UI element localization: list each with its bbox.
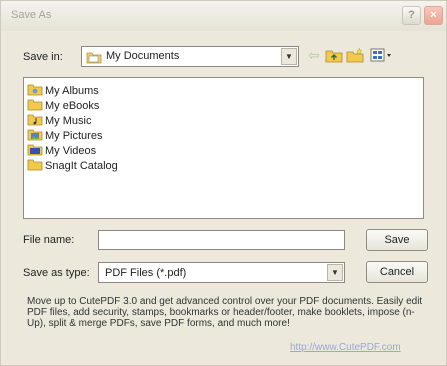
cancel-button[interactable]: Cancel xyxy=(366,261,428,283)
save-in-label: Save in: xyxy=(23,51,63,63)
save-in-value: My Documents xyxy=(106,50,180,62)
list-item[interactable]: My Pictures xyxy=(27,127,103,142)
title-bar[interactable]: Save As ? × xyxy=(1,1,446,31)
list-item-label: My eBooks xyxy=(45,100,100,112)
file-list[interactable]: My Albums My eBooks My Music My Pictures… xyxy=(23,77,424,219)
list-item[interactable]: My Albums xyxy=(27,82,99,97)
list-item[interactable]: My eBooks xyxy=(27,97,100,112)
save-as-type-dropdown[interactable]: PDF Files (*.pdf) ▼ xyxy=(98,262,345,283)
list-item-label: SnagIt Catalog xyxy=(45,160,118,172)
list-item-label: My Pictures xyxy=(45,130,103,142)
promo-text: Move up to CutePDF 3.0 and get advanced … xyxy=(27,296,423,329)
save-button[interactable]: Save xyxy=(366,229,428,251)
save-as-type-label: Save as type: xyxy=(23,267,90,279)
folder-icon xyxy=(27,157,43,175)
file-name-label: File name: xyxy=(23,234,75,246)
documents-folder-icon xyxy=(86,50,102,67)
list-item[interactable]: My Music xyxy=(27,112,92,127)
list-item[interactable]: My Videos xyxy=(27,142,97,157)
chevron-down-icon[interactable]: ▼ xyxy=(281,48,297,65)
list-item-label: My Music xyxy=(45,115,92,127)
file-name-input[interactable] xyxy=(98,230,345,250)
close-button[interactable]: × xyxy=(424,6,443,25)
save-as-type-value: PDF Files (*.pdf) xyxy=(105,267,187,279)
back-arrow-icon[interactable]: ⇦ xyxy=(305,47,323,65)
promo-link[interactable]: http://www.CutePDF.com xyxy=(290,342,401,353)
chevron-down-icon[interactable]: ▼ xyxy=(327,264,343,281)
window-title: Save As xyxy=(11,9,52,21)
save-as-dialog: Save As ? × Save in: My Documents ▼ ⇦ My… xyxy=(0,0,447,366)
save-in-dropdown[interactable]: My Documents ▼ xyxy=(81,46,299,67)
up-folder-icon[interactable] xyxy=(325,47,343,65)
help-button[interactable]: ? xyxy=(402,6,421,25)
list-item-label: My Videos xyxy=(45,145,97,157)
list-item-label: My Albums xyxy=(45,85,99,97)
new-folder-icon[interactable] xyxy=(346,47,364,65)
view-menu-icon[interactable] xyxy=(370,47,391,65)
list-item[interactable]: SnagIt Catalog xyxy=(27,157,118,172)
